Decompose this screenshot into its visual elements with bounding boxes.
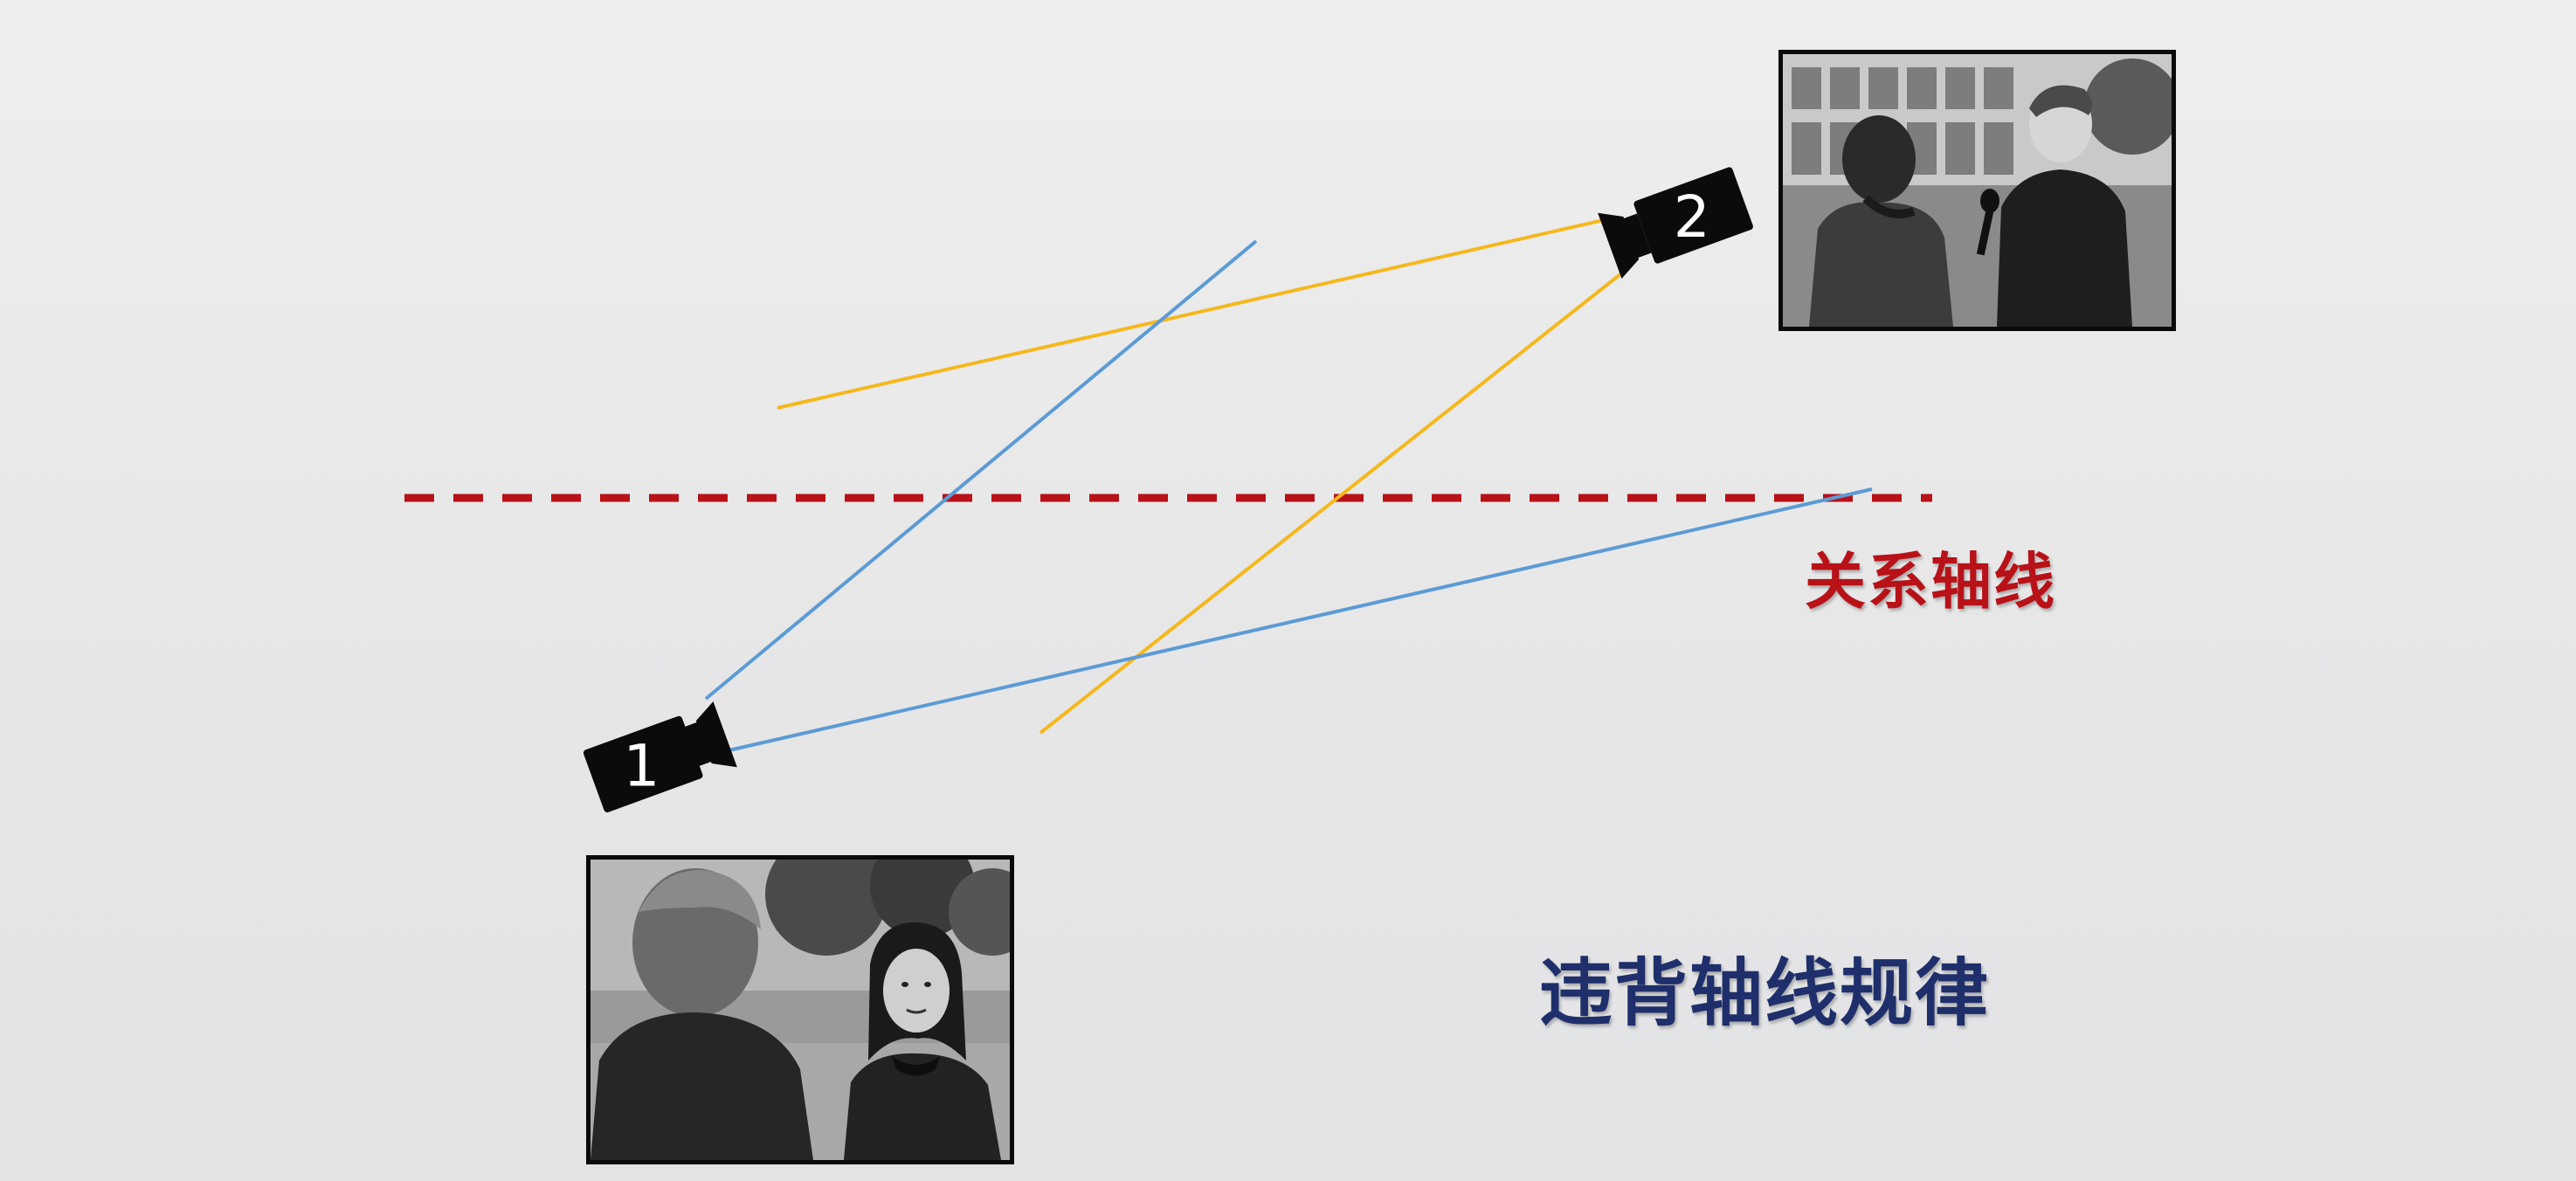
camera-1: 1	[583, 701, 737, 812]
camera-2-label: 2	[1674, 183, 1710, 251]
slide-title: 违背轴线规律	[1539, 950, 1991, 1036]
camera-1-label: 1	[623, 733, 660, 800]
camera-2: 2	[1598, 167, 1753, 279]
camera-axis-diagram: 1 2	[404, 167, 1932, 812]
camera-1-view-line-upper	[704, 239, 1258, 701]
bw-photo-interview-icon	[1783, 54, 2172, 327]
camera-2-shot-photo	[1778, 50, 2176, 331]
bw-photo-two-people-icon	[590, 860, 1010, 1160]
relationship-axis-label: 关系轴线	[1805, 546, 2056, 618]
camera-1-shot-photo	[586, 855, 1014, 1164]
camera-2-view-line-upper	[777, 218, 1608, 410]
